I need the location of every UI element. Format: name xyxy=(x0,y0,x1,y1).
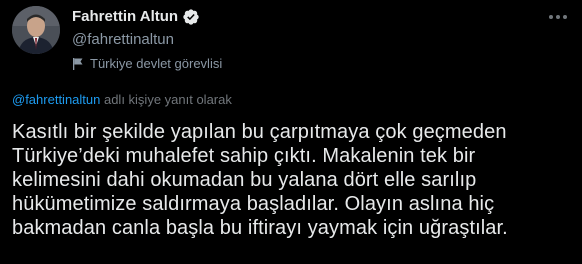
government-label-text: Türkiye devlet görevlisi xyxy=(90,56,223,71)
display-name[interactable]: Fahrettin Altun xyxy=(72,7,178,27)
avatar[interactable] xyxy=(12,6,60,54)
flag-icon xyxy=(72,57,84,71)
government-label[interactable]: Türkiye devlet görevlisi xyxy=(72,56,570,72)
tweet: Fahrettin Altun @fahrettinaltun Türkiye … xyxy=(0,0,582,264)
name-row: Fahrettin Altun xyxy=(72,6,570,28)
reply-context: @fahrettinaltun adlı kişiye yanıt olarak xyxy=(12,92,232,108)
more-dot xyxy=(563,15,567,19)
reply-suffix: adlı kişiye yanıt olarak xyxy=(100,92,232,107)
more-options-button[interactable] xyxy=(546,8,570,26)
reply-handle-link[interactable]: @fahrettinaltun xyxy=(12,92,100,107)
tweet-text: Kasıtlı bir şekilde yapılan bu çarpıtmay… xyxy=(12,121,508,239)
more-dot xyxy=(556,15,560,19)
more-horizontal-icon xyxy=(549,15,553,19)
author-header: Fahrettin Altun @fahrettinaltun Türkiye … xyxy=(72,6,570,72)
verified-badge-icon xyxy=(182,8,200,26)
author-handle[interactable]: @fahrettinaltun xyxy=(72,30,570,50)
